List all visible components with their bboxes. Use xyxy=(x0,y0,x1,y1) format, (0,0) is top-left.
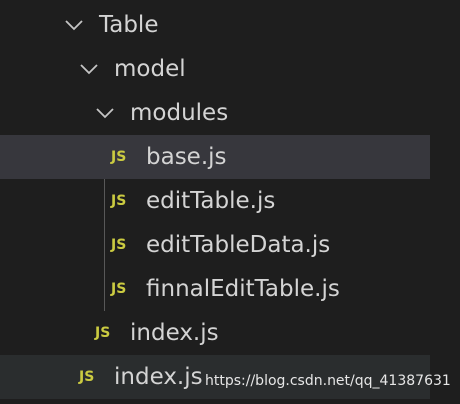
tree-item-model-index-js[interactable]: JS index.js xyxy=(0,311,430,355)
tree-item-finnaledittable-js[interactable]: JS finnalEditTable.js xyxy=(0,267,430,311)
tree-item-label: editTable.js xyxy=(146,188,276,214)
js-icon: JS xyxy=(111,149,127,165)
tree-item-label: finnalEditTable.js xyxy=(146,276,340,302)
tree-item-model-folder[interactable]: model xyxy=(0,47,430,91)
tree-item-label: modules xyxy=(130,100,229,126)
js-icon: JS xyxy=(111,281,127,297)
tree-item-label: base.js xyxy=(146,144,227,170)
tree-item-edittable-js[interactable]: JS editTable.js xyxy=(0,179,430,223)
chevron-down-icon xyxy=(94,102,116,124)
tree-item-edittabledata-js[interactable]: JS editTableData.js xyxy=(0,223,430,267)
tree-item-label: index.js xyxy=(130,320,219,346)
tree-item-table-folder[interactable]: Table xyxy=(0,3,430,47)
watermark-url: https://blog.csdn.net/qq_41387631 xyxy=(205,373,451,389)
js-icon: JS xyxy=(95,325,111,341)
tree-item-base-js[interactable]: JS base.js xyxy=(0,135,430,179)
js-icon: JS xyxy=(111,193,127,209)
chevron-down-icon xyxy=(63,14,85,36)
tree-item-label: editTableData.js xyxy=(146,232,331,258)
tree-item-label: model xyxy=(114,56,186,82)
tree-item-label: Table xyxy=(99,12,159,38)
file-explorer-tree: Table model modules JS base.js JS editTa… xyxy=(0,0,460,404)
chevron-down-icon xyxy=(78,58,100,80)
js-icon: JS xyxy=(111,237,127,253)
js-icon: JS xyxy=(79,369,95,385)
tree-item-label: index.js xyxy=(114,364,203,390)
tree-item-modules-folder[interactable]: modules xyxy=(0,91,430,135)
